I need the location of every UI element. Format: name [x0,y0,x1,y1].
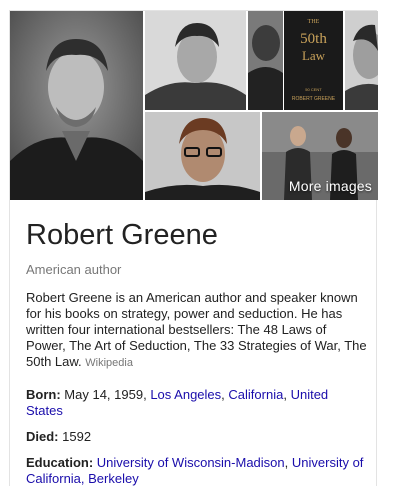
born-label: Born: [26,387,61,402]
born-sep2: , [283,387,287,402]
photo-4[interactable] [345,11,378,110]
book-cover-author: ROBERT GREENE [291,96,336,102]
book-cover-50th-law[interactable]: THE 50th Law 50 CENT ROBERT GREENE [284,11,343,110]
photo-more-images[interactable]: More images [262,112,378,200]
wikipedia-source-link[interactable]: Wikipedia [85,357,133,369]
description-text: Robert Greene is an American author and … [26,290,367,369]
entity-subtitle: American author [26,262,122,277]
born-place-los-angeles-link[interactable]: Los Angeles [150,387,221,402]
book-cover-title: 50th [300,31,327,47]
born-sep: , [221,387,225,402]
died-label: Died: [26,429,59,444]
photo-3[interactable] [248,11,283,110]
knowledge-panel: THE 50th Law 50 CENT ROBERT GREENE More … [9,10,378,487]
book-cover-top-text: THE [307,19,320,25]
died-value: 1592 [62,429,92,444]
entity-content: Robert Greene American author Robert Gre… [26,208,368,487]
book-cover-title2: Law [301,48,326,63]
entity-description: Robert Greene is an American author and … [26,290,368,371]
education-label: Education: [26,455,94,470]
born-date: May 14, 1959, [64,387,147,402]
photo-2[interactable] [145,11,246,110]
image-grid: THE 50th Law 50 CENT ROBERT GREENE More … [10,11,378,200]
entity-title: Robert Greene [26,219,218,251]
fact-died: Died: 1592 [26,429,368,445]
education-sep: , [284,455,289,470]
fact-born: Born: May 14, 1959, Los Angeles, Califor… [26,387,368,419]
photo-5[interactable] [145,112,260,200]
born-place-california-link[interactable]: California [228,387,283,402]
more-images-link[interactable]: More images [289,178,372,194]
fact-education: Education: University of Wisconsin-Madis… [26,455,368,487]
photo-main[interactable] [10,11,143,200]
book-cover-byline: 50 CENT [305,87,322,92]
education-wisconsin-link[interactable]: University of Wisconsin-Madison [97,455,285,470]
